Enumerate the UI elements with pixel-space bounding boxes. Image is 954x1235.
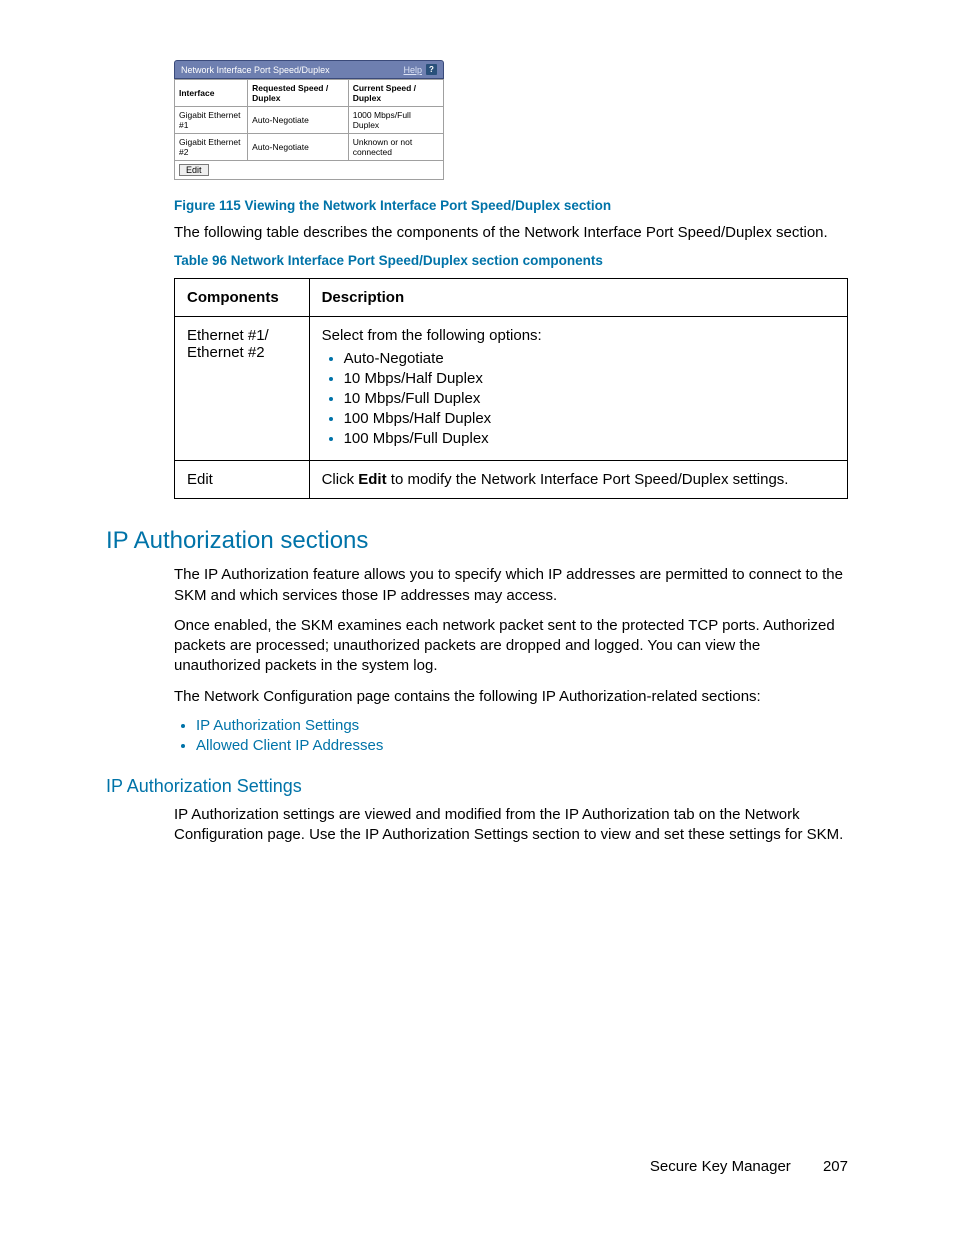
th-components: Components bbox=[175, 279, 310, 317]
panel-table: Interface Requested Speed / Duplex Curre… bbox=[174, 79, 444, 161]
list-item: Auto-Negotiate bbox=[344, 350, 835, 367]
port-speed-duplex-panel: Network Interface Port Speed/Duplex Help… bbox=[174, 60, 444, 180]
list-item: 100 Mbps/Full Duplex bbox=[344, 430, 835, 447]
intro-paragraph: The following table describes the compon… bbox=[174, 223, 848, 243]
section-paragraph: Once enabled, the SKM examines each netw… bbox=[174, 616, 848, 677]
table-caption: Table 96 Network Interface Port Speed/Du… bbox=[174, 253, 848, 268]
panel-cell-cur: 1000 Mbps/Full Duplex bbox=[348, 107, 443, 134]
link-allowed-client-ips[interactable]: Allowed Client IP Addresses bbox=[196, 737, 383, 754]
section-paragraph: The Network Configuration page contains … bbox=[174, 687, 848, 707]
panel-footer: Edit bbox=[174, 161, 444, 180]
figure-caption: Figure 115 Viewing the Network Interface… bbox=[174, 198, 848, 213]
panel-col-requested: Requested Speed / Duplex bbox=[248, 80, 349, 107]
subsection-paragraph: IP Authorization settings are viewed and… bbox=[174, 805, 848, 846]
section-paragraph: The IP Authorization feature allows you … bbox=[174, 565, 848, 606]
cell-description: Click Edit to modify the Network Interfa… bbox=[309, 461, 847, 499]
list-item: 100 Mbps/Half Duplex bbox=[344, 410, 835, 427]
panel-cell-iface: Gigabit Ethernet #2 bbox=[175, 134, 248, 161]
panel-cell-cur: Unknown or not connected bbox=[348, 134, 443, 161]
panel-cell-req: Auto-Negotiate bbox=[248, 107, 349, 134]
table-row: Edit Click Edit to modify the Network In… bbox=[175, 461, 848, 499]
edit-button[interactable]: Edit bbox=[179, 164, 209, 176]
desc-bold: Edit bbox=[358, 471, 386, 488]
list-item: 10 Mbps/Half Duplex bbox=[344, 370, 835, 387]
footer-page-number: 207 bbox=[823, 1158, 848, 1175]
panel-row: Gigabit Ethernet #2 Auto-Negotiate Unkno… bbox=[175, 134, 444, 161]
section-link-list: IP Authorization Settings Allowed Client… bbox=[174, 717, 848, 754]
subsection-heading-ip-auth-settings: IP Authorization Settings bbox=[106, 776, 848, 797]
list-item: IP Authorization Settings bbox=[196, 717, 848, 734]
panel-row: Gigabit Ethernet #1 Auto-Negotiate 1000 … bbox=[175, 107, 444, 134]
desc-post: to modify the Network Interface Port Spe… bbox=[387, 471, 789, 488]
table-row: Ethernet #1/ Ethernet #2 Select from the… bbox=[175, 317, 848, 461]
help-link[interactable]: Help bbox=[403, 65, 422, 75]
panel-cell-iface: Gigabit Ethernet #1 bbox=[175, 107, 248, 134]
cell-component: Ethernet #1/ Ethernet #2 bbox=[175, 317, 310, 461]
list-item: 10 Mbps/Full Duplex bbox=[344, 390, 835, 407]
footer-product: Secure Key Manager bbox=[650, 1158, 791, 1175]
panel-title: Network Interface Port Speed/Duplex bbox=[181, 65, 399, 75]
list-item: Allowed Client IP Addresses bbox=[196, 737, 848, 754]
section-heading-ip-authorization: IP Authorization sections bbox=[106, 527, 848, 555]
options-list: Auto-Negotiate 10 Mbps/Half Duplex 10 Mb… bbox=[322, 350, 835, 447]
desc-pre: Click bbox=[322, 471, 359, 488]
cell-component: Edit bbox=[175, 461, 310, 499]
panel-col-current: Current Speed / Duplex bbox=[348, 80, 443, 107]
panel-col-interface: Interface bbox=[175, 80, 248, 107]
page-footer: Secure Key Manager 207 bbox=[650, 1158, 848, 1175]
desc-intro: Select from the following options: bbox=[322, 327, 542, 344]
cell-description: Select from the following options: Auto-… bbox=[309, 317, 847, 461]
components-table: Components Description Ethernet #1/ Ethe… bbox=[174, 278, 848, 499]
panel-header: Network Interface Port Speed/Duplex Help… bbox=[174, 60, 444, 79]
link-ip-auth-settings[interactable]: IP Authorization Settings bbox=[196, 717, 359, 734]
help-icon[interactable]: ? bbox=[426, 64, 437, 75]
th-description: Description bbox=[309, 279, 847, 317]
panel-cell-req: Auto-Negotiate bbox=[248, 134, 349, 161]
